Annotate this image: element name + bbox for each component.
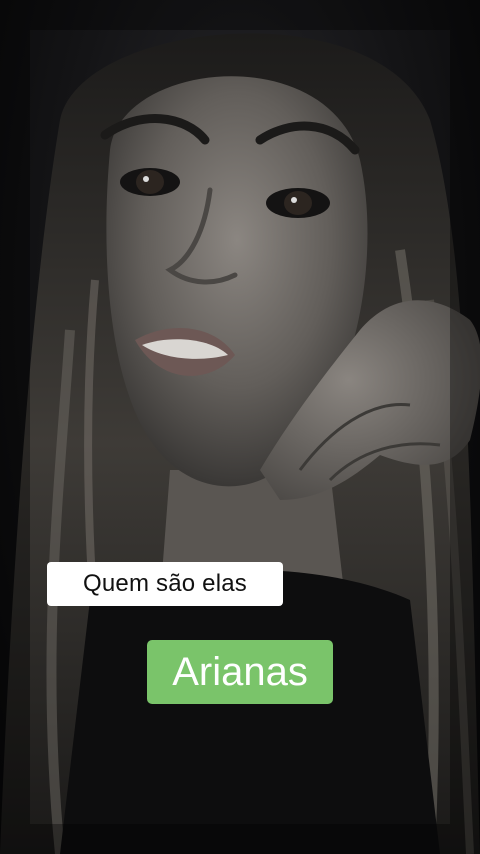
video-frame[interactable]: Quem são elas Arianas [0, 0, 480, 854]
woman-portrait-photo [0, 0, 480, 854]
black-shirt [60, 570, 440, 854]
caption-question: Quem são elas [47, 562, 283, 606]
caption-sign: Arianas [147, 640, 333, 704]
